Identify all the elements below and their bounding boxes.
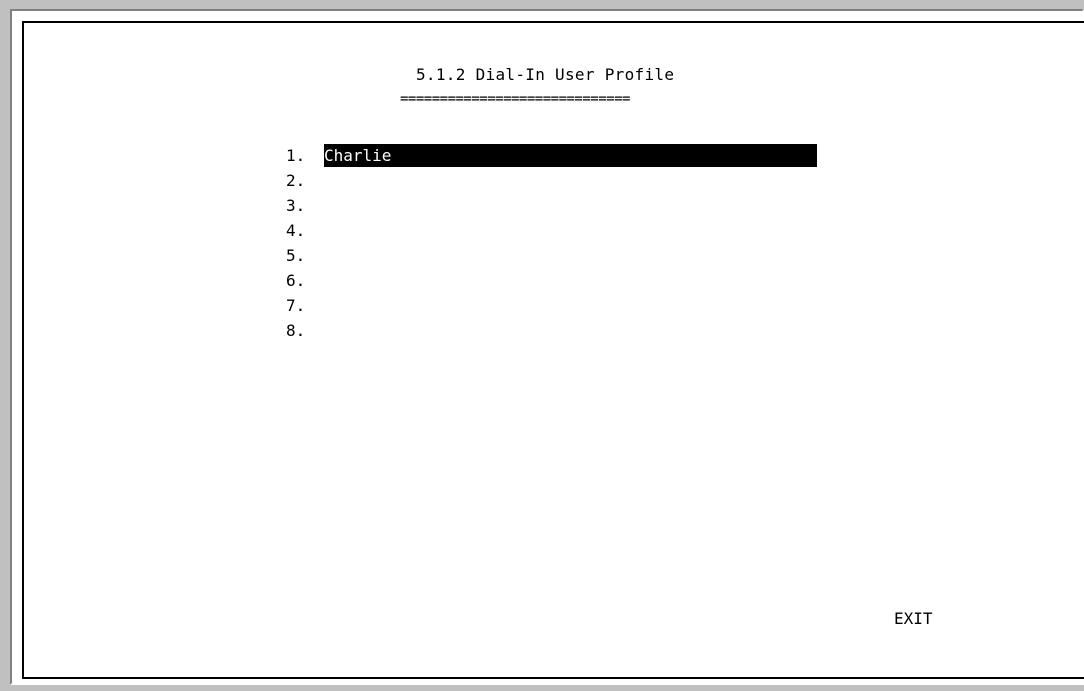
list-item[interactable]: 8.	[286, 318, 817, 343]
profile-name-field[interactable]	[324, 219, 817, 242]
list-item[interactable]: 3.	[286, 193, 817, 218]
profile-name-field[interactable]	[324, 294, 817, 317]
title-underline: =============================	[400, 91, 630, 107]
list-item[interactable]: 2.	[286, 168, 817, 193]
profile-number: 6.	[286, 271, 306, 290]
profile-number: 5.	[286, 246, 306, 265]
profile-name-field[interactable]	[324, 269, 817, 292]
list-item[interactable]: 6.	[286, 268, 817, 293]
profile-name-field[interactable]	[324, 194, 817, 217]
profile-number: 3.	[286, 196, 306, 215]
profile-number: 2.	[286, 171, 306, 190]
profile-name-field[interactable]: Charlie	[324, 144, 817, 167]
exit-button[interactable]: EXIT	[894, 609, 933, 628]
profile-list: 1. Charlie 2. 3. 4. 5. 6. 7. 8.	[286, 143, 817, 343]
profile-number: 1.	[286, 146, 306, 165]
terminal-screen: 5.1.2 Dial-In User Profile =============…	[22, 21, 1084, 679]
profile-number: 7.	[286, 296, 306, 315]
list-item[interactable]: 4.	[286, 218, 817, 243]
profile-name-field[interactable]	[324, 244, 817, 267]
list-item[interactable]: 1. Charlie	[286, 143, 817, 168]
window-frame: 5.1.2 Dial-In User Profile =============…	[0, 0, 1084, 691]
profile-number: 8.	[286, 321, 306, 340]
list-item[interactable]: 7.	[286, 293, 817, 318]
page-title: 5.1.2 Dial-In User Profile	[416, 65, 675, 84]
profile-number: 4.	[286, 221, 306, 240]
profile-name-field[interactable]	[324, 169, 817, 192]
profile-name-field[interactable]	[324, 319, 817, 342]
list-item[interactable]: 5.	[286, 243, 817, 268]
